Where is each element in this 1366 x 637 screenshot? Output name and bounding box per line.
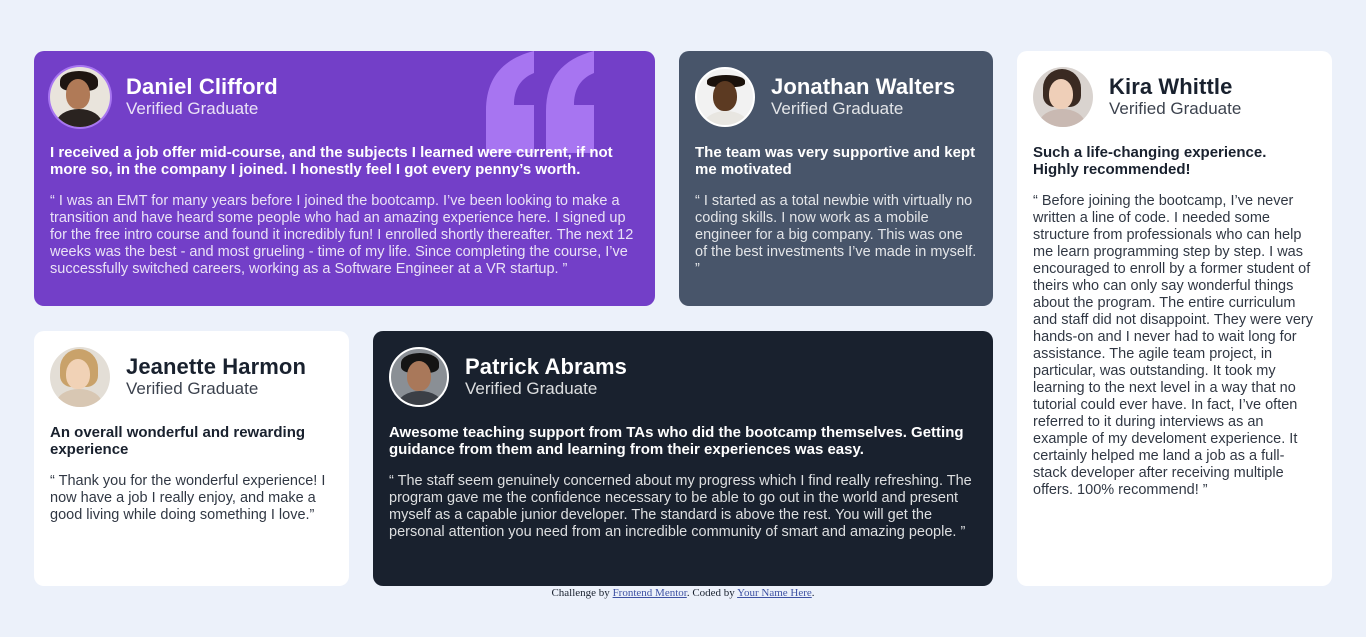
- author-name: Jeanette Harmon: [126, 354, 307, 379]
- author-name: Daniel Clifford: [126, 74, 278, 99]
- author-link[interactable]: Your Name Here: [737, 587, 812, 599]
- testimonial-quote: “ I was an EMT for many years before I j…: [50, 193, 634, 277]
- attribution-suffix: .: [811, 587, 815, 599]
- attribution-prefix: Challenge by: [551, 587, 613, 599]
- testimonial-header: Kira Whittle Verified Graduate: [1033, 67, 1316, 127]
- avatar: [389, 347, 449, 407]
- author-name: Jonathan Walters: [771, 74, 956, 99]
- author-name: Kira Whittle: [1109, 74, 1233, 99]
- testimonial-header: Daniel Clifford Verified Graduate: [50, 67, 639, 127]
- author-status: Verified Graduate: [1109, 99, 1242, 118]
- testimonial-card-patrick: Patrick Abrams Verified Graduate Awesome…: [373, 331, 993, 586]
- testimonial-header: Patrick Abrams Verified Graduate: [389, 347, 977, 407]
- avatar: [50, 67, 110, 127]
- testimonial-quote: “ Thank you for the wonderful experience…: [50, 473, 326, 523]
- avatar: [1033, 67, 1093, 127]
- testimonial-headline: I received a job offer mid-course, and t…: [50, 144, 613, 178]
- avatar: [695, 67, 755, 127]
- testimonial-header: Jonathan Walters Verified Graduate: [695, 67, 977, 127]
- attribution-middle: . Coded by: [686, 587, 738, 599]
- author-status: Verified Graduate: [465, 379, 598, 398]
- frontend-mentor-link[interactable]: Frontend Mentor: [613, 587, 687, 599]
- testimonial-card-jeanette: Jeanette Harmon Verified Graduate An ove…: [34, 331, 349, 586]
- testimonial-headline: The team was very supportive and kept me…: [695, 144, 976, 178]
- author-status: Verified Graduate: [126, 99, 259, 118]
- avatar: [50, 347, 110, 407]
- testimonial-card-jonathan: Jonathan Walters Verified Graduate The t…: [679, 51, 993, 306]
- testimonial-header: Jeanette Harmon Verified Graduate: [50, 347, 333, 407]
- author-status: Verified Graduate: [771, 99, 904, 118]
- attribution-footer: Challenge by Frontend Mentor. Coded by Y…: [0, 587, 1366, 599]
- testimonial-headline: Awesome teaching support from TAs who di…: [389, 424, 964, 458]
- testimonial-card-daniel: Daniel Clifford Verified Graduate I rece…: [34, 51, 655, 306]
- author-name: Patrick Abrams: [465, 354, 627, 379]
- testimonial-quote: “ The staff seem genuinely concerned abo…: [389, 473, 972, 540]
- testimonial-quote: “ I started as a total newbie with virtu…: [695, 193, 977, 277]
- testimonial-quote: “ Before joining the bootcamp, I’ve neve…: [1033, 193, 1313, 498]
- testimonial-headline: An overall wonderful and rewarding exper…: [50, 424, 306, 458]
- testimonial-headline: Such a life-changing experience. Highly …: [1033, 144, 1267, 178]
- testimonial-card-kira: Kira Whittle Verified Graduate Such a li…: [1017, 51, 1332, 586]
- author-status: Verified Graduate: [126, 379, 259, 398]
